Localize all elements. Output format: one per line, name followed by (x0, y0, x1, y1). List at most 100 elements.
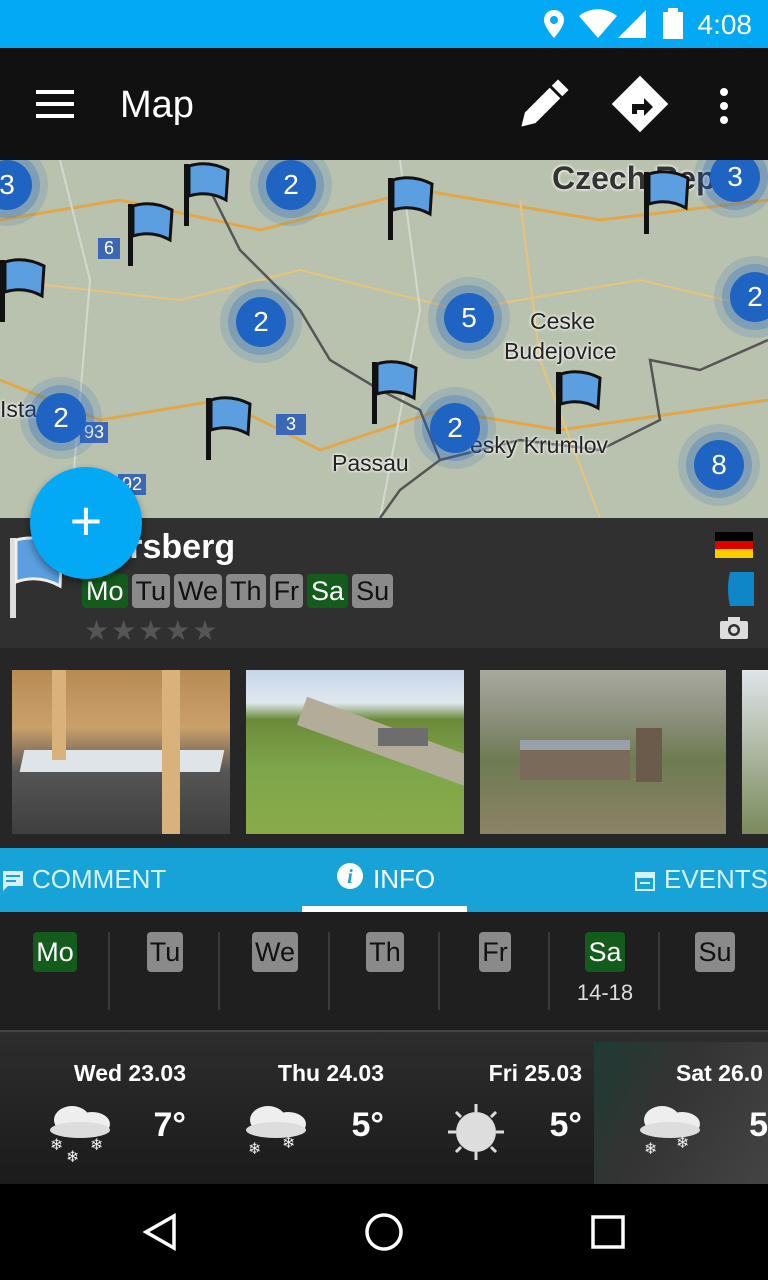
place-photo[interactable] (246, 670, 464, 834)
place-photo[interactable] (12, 670, 230, 834)
weather-date: Fri 25.03 (488, 1060, 582, 1086)
svg-text:❄: ❄ (66, 1149, 79, 1162)
svg-text:i: i (347, 866, 353, 888)
map-cluster[interactable]: 2 (430, 403, 480, 453)
weather-forecast[interactable]: Wed 23.03 ❄ ❄ ❄ 7° Thu 24.03 ❄ ❄ 5° Fri 25.… (0, 1030, 768, 1184)
svg-text:❄: ❄ (248, 1141, 261, 1158)
svg-text:❄: ❄ (644, 1141, 657, 1158)
info-icon: i (337, 863, 363, 889)
map-flag-icon[interactable] (382, 174, 452, 244)
battery-icon (663, 8, 683, 39)
edit-pencil-icon[interactable] (514, 76, 574, 132)
day-chip: Th (226, 574, 266, 608)
map-cluster[interactable]: 8 (694, 440, 744, 490)
home-icon[interactable] (364, 1212, 404, 1252)
photo-house (378, 728, 428, 746)
weather-day: Sat 26.0 ❄ ❄ 5 (600, 1060, 768, 1158)
recents-icon[interactable] (590, 1214, 626, 1250)
weather-date: Thu 24.03 (277, 1060, 384, 1086)
weather-day: Fri 25.03 5° (402, 1060, 582, 1160)
weather-temp: 5 (749, 1106, 768, 1144)
photo-mattresses (19, 750, 225, 772)
road-sign-3: 3 (276, 414, 307, 435)
svg-text:❄: ❄ (676, 1135, 689, 1152)
week-day-th: Th (330, 932, 440, 972)
week-day-sa: Sa 14-18 (550, 932, 660, 1006)
snow-cloud-icon: ❄ ❄ (640, 1106, 700, 1158)
day-chip: Mo (82, 574, 128, 608)
page-title: Map (120, 84, 194, 126)
snow-cloud-icon: ❄ ❄ (246, 1106, 306, 1158)
map-cluster[interactable]: 2 (236, 297, 286, 347)
week-day-fr: Fr (440, 932, 550, 972)
tab-info[interactable]: INFO (373, 864, 435, 895)
weather-temp: 7° (153, 1106, 186, 1144)
map-flag-icon[interactable] (638, 168, 708, 238)
map-flag-icon[interactable] (200, 394, 270, 464)
map-label-passau: Passau (332, 450, 409, 476)
week-day-su: Su (660, 932, 768, 972)
map-flag-icon[interactable] (122, 200, 192, 270)
rating-stars[interactable]: ★★★★★ (84, 614, 220, 647)
day-chip: Sa (585, 932, 625, 972)
directions-icon[interactable] (610, 74, 670, 134)
weather-temp: 5° (549, 1106, 582, 1144)
category-tag-icon (728, 572, 754, 606)
weather-day: Wed 23.03 ❄ ❄ ❄ 7° (6, 1060, 186, 1162)
weather-temp: 5° (351, 1106, 384, 1144)
weather-date: Sat 26.0 (676, 1060, 763, 1086)
snow-cloud-icon: ❄ ❄❄ (50, 1106, 110, 1162)
germany-flag-icon (715, 532, 753, 558)
day-chip: Fr (269, 574, 304, 608)
week-day-tu: Tu (110, 932, 220, 972)
tab-comment[interactable]: COMMENT (32, 864, 166, 895)
add-button[interactable]: + (30, 467, 142, 579)
app-bar: Map (0, 48, 768, 160)
svg-text:❄: ❄ (50, 1137, 63, 1154)
back-icon[interactable] (140, 1212, 180, 1252)
photo-tower (636, 728, 662, 782)
day-chip: Mo (33, 932, 77, 972)
week-day-mo: Mo (0, 932, 110, 972)
map-label-ista: Ista (0, 396, 38, 422)
photo-strip[interactable] (0, 648, 768, 848)
map-flag-icon[interactable] (550, 368, 620, 438)
road-sign-6: 6 (98, 238, 121, 259)
map-cluster[interactable]: 2 (36, 393, 86, 443)
day-chip: Tu (131, 574, 171, 608)
map-cluster[interactable]: 2 (266, 160, 316, 210)
map-flag-icon[interactable] (0, 256, 64, 326)
svg-text:❄: ❄ (90, 1137, 103, 1154)
calendar-icon (635, 872, 655, 891)
location-icon (544, 10, 564, 38)
comment-icon (3, 871, 23, 891)
clock: 4:08 (697, 9, 753, 40)
day-chip: We (251, 932, 298, 972)
weather-date: Wed 23.03 (73, 1060, 186, 1086)
photo-beam (162, 670, 180, 834)
day-chip: Tu (146, 932, 184, 972)
day-chip: Su (352, 574, 394, 608)
place-photo[interactable] (480, 670, 726, 834)
map-label-ceske: Ceske (530, 308, 596, 334)
opening-hours: Mo Tu We Th Fr Sa 14-18 Su (0, 912, 768, 1030)
map-cluster[interactable]: 5 (444, 293, 494, 343)
day-chip: We (174, 574, 223, 608)
detail-tabs: COMMENT i INFO EVENTS (0, 848, 768, 912)
more-options-icon[interactable] (718, 86, 730, 126)
signal-icon (618, 10, 646, 38)
day-chip: Su (695, 932, 735, 972)
photo-building (520, 740, 630, 780)
svg-text:❄: ❄ (282, 1135, 295, 1152)
map-view[interactable]: Czech Rep Ceske Budejovice Passau esky K… (0, 160, 768, 518)
opening-hours-sa: 14-18 (576, 980, 634, 1005)
menu-icon[interactable] (36, 88, 76, 120)
day-chip: Sa (307, 574, 349, 608)
status-bar: 4:08 (0, 0, 768, 48)
sun-icon (448, 1104, 504, 1160)
place-photo[interactable] (742, 670, 768, 834)
map-label-budejovice: Budejovice (504, 338, 617, 364)
tab-events[interactable]: EVENTS (664, 864, 768, 895)
map-flag-icon[interactable] (366, 358, 436, 428)
camera-icon[interactable] (719, 616, 749, 640)
